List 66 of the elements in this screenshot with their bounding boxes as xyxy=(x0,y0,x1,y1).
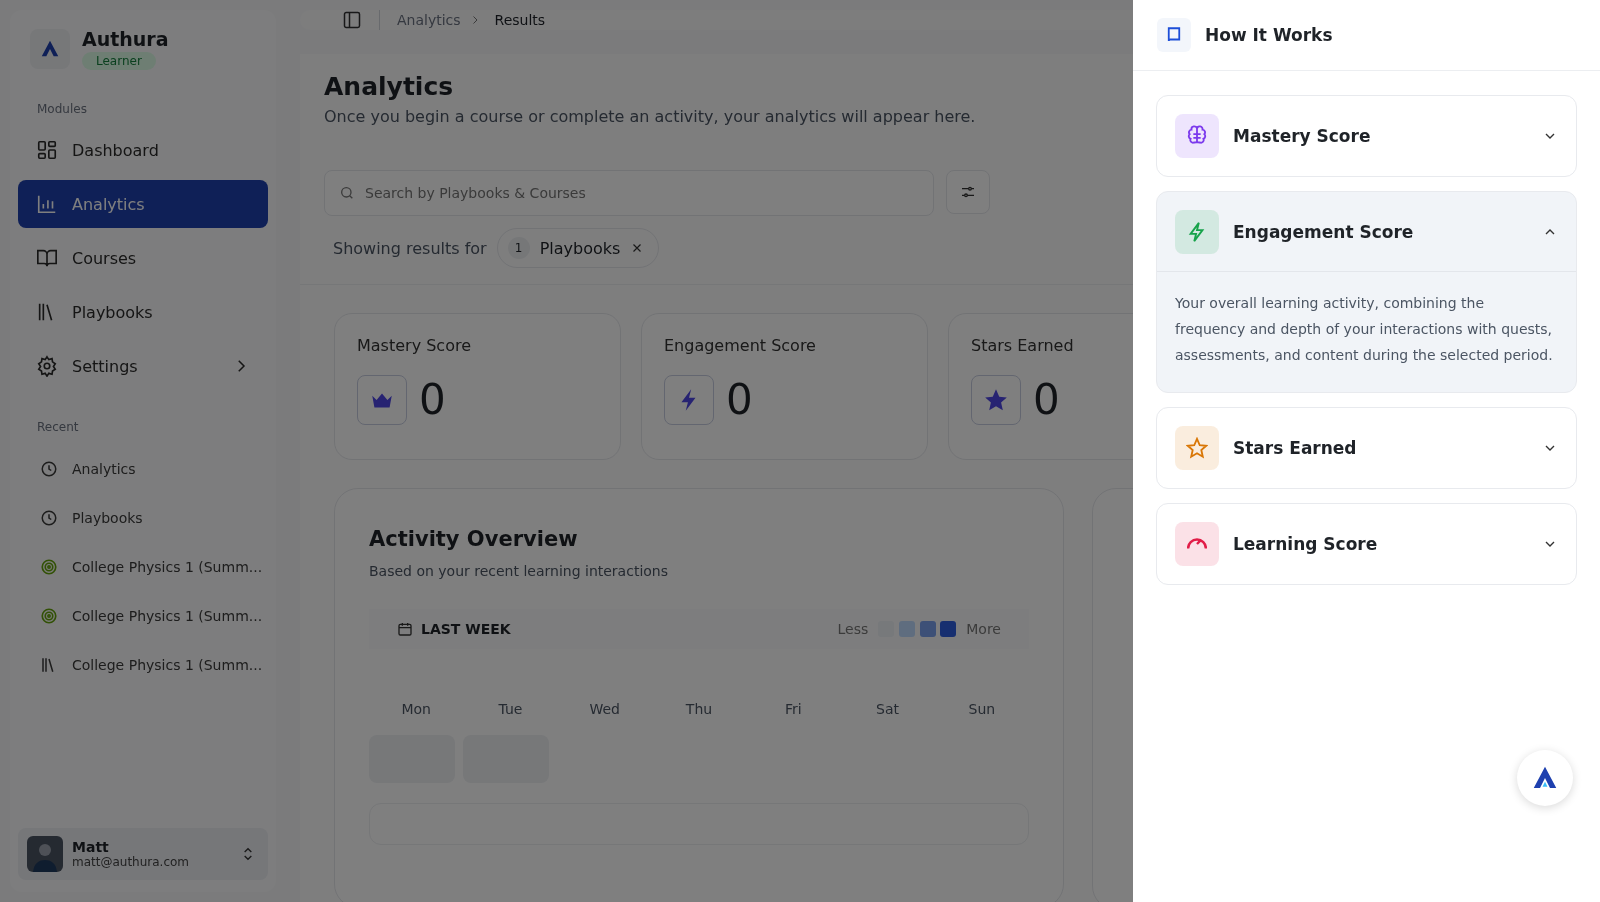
stat-label: Stars Earned xyxy=(971,336,1074,355)
clock-icon xyxy=(40,459,58,478)
card-subtitle: Based on your recent learning interactions xyxy=(369,563,669,579)
assistant-button[interactable] xyxy=(1517,750,1573,806)
user-email: matt@authura.com xyxy=(72,855,191,869)
role-badge: Learner xyxy=(82,52,156,70)
nav-item[interactable]: Dashboard xyxy=(18,126,268,174)
stat-value: 0 xyxy=(1033,379,1060,421)
avatar xyxy=(27,836,63,872)
user-menu[interactable]: Matt matt@authura.com xyxy=(18,828,268,880)
stat-value: 0 xyxy=(726,379,753,421)
bar-chart-icon xyxy=(36,193,58,215)
search-icon xyxy=(339,185,355,201)
sidebar-toggle-icon[interactable] xyxy=(342,10,362,30)
book-icon xyxy=(1165,26,1183,44)
breadcrumb-item[interactable]: Analytics xyxy=(397,12,461,28)
page-subtitle: Once you begin a course or complete an activity, your analytics will appear here. xyxy=(324,107,977,126)
day-label: Wed xyxy=(588,701,621,717)
section-heading: Modules xyxy=(36,102,88,116)
recent-item[interactable]: Playbooks xyxy=(18,493,268,542)
clock-icon xyxy=(40,508,58,527)
day-label: Tue xyxy=(497,701,524,717)
stat-value: 0 xyxy=(419,379,446,421)
day-label: Thu xyxy=(684,701,714,717)
recent-item[interactable]: College Physics 1 (Summ... xyxy=(18,591,268,640)
stat-label: Mastery Score xyxy=(357,336,471,355)
chip-label: Playbooks xyxy=(539,238,621,258)
legend-label: More xyxy=(966,621,1001,637)
dashboard-icon xyxy=(36,139,58,161)
sliders-icon xyxy=(960,184,976,200)
section-heading: Recent xyxy=(36,420,80,434)
recent-item[interactable]: Analytics xyxy=(18,444,268,493)
card-title: Activity Overview xyxy=(369,527,579,551)
accordion-header[interactable]: Learning Score xyxy=(1157,504,1576,584)
page-title: Analytics xyxy=(324,72,455,101)
star-icon xyxy=(983,387,1009,413)
day-label: Sat xyxy=(875,701,901,717)
count-badge: 1 xyxy=(507,237,530,259)
search-field[interactable]: Search by Playbooks & Courses xyxy=(324,170,934,216)
day-label: Fri xyxy=(783,701,803,717)
accordion-header[interactable]: Mastery Score xyxy=(1157,96,1576,176)
accordion-header[interactable]: Stars Earned xyxy=(1157,408,1576,488)
breadcrumb-item: Results xyxy=(494,12,546,28)
legend-label: Less xyxy=(837,621,869,637)
day-label: Sun xyxy=(967,701,997,717)
user-name: Matt xyxy=(72,839,110,855)
nav-item[interactable]: Settings xyxy=(18,342,268,390)
settings-icon xyxy=(36,355,58,377)
nav-item[interactable]: Playbooks xyxy=(18,288,268,336)
brand-name: Authura xyxy=(82,28,169,50)
day-label: Mon xyxy=(400,701,432,717)
nav-item[interactable]: Analytics xyxy=(18,180,268,228)
accordion-description: Your overall learning activity, combining the frequency and depth of your interactions with quests, assessments, and content during the selected period. xyxy=(1174,294,1554,365)
nav-item[interactable]: Courses xyxy=(18,234,268,282)
drawer-title: How It Works xyxy=(1205,25,1333,45)
target-icon xyxy=(40,606,58,625)
accordion-header[interactable]: Engagement Score xyxy=(1157,192,1576,272)
book-icon xyxy=(36,247,58,269)
results-label: Showing results for xyxy=(333,238,487,258)
target-icon xyxy=(40,557,58,576)
calendar-icon xyxy=(397,621,413,637)
date-range-button[interactable]: LAST WEEK xyxy=(397,621,511,637)
recent-item[interactable]: College Physics 1 (Summ... xyxy=(18,542,268,591)
recent-item[interactable]: College Physics 1 (Summ... xyxy=(18,640,268,689)
stat-label: Engagement Score xyxy=(664,336,816,355)
logo xyxy=(30,29,70,69)
